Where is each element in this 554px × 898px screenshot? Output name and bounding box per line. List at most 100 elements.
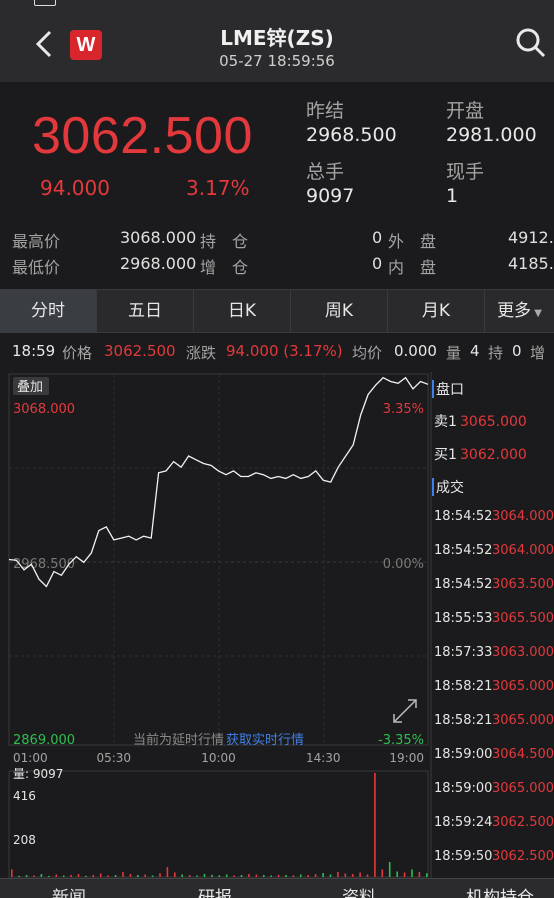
buy1-label: 买1 [434,447,457,463]
quote-panel: 3062.500 94.000 3.17% 昨结 2968.500 开盘 298… [0,82,554,218]
open-value: 2981.000 [446,124,537,146]
volume-max-label: 416 [13,789,36,803]
volume-bar [307,875,309,877]
overlay-button[interactable]: 叠加 [17,380,43,395]
volume-bar [40,874,43,877]
x-tick-label: 10:00 [201,751,236,765]
volume-bar [122,872,124,877]
inner-label: 内 盘 [388,258,437,277]
low-label: 最低价 [12,258,61,277]
volume-bar [411,869,413,877]
page-title: LME锌(ZS) [220,26,334,50]
high-label: 最高价 [12,232,61,251]
order-book-panel: 盘口 卖1 3065.000 买1 3062.000 成交 18:54:52 30… [432,380,554,864]
volume-bar [403,872,406,877]
trade-price: 3065.500 [492,611,554,626]
volume-bar [300,874,302,877]
volume-bar [240,875,243,877]
add-label: 增 仓 [200,258,249,277]
expand-chart-icon[interactable] [393,699,417,723]
volume-total-label: 量: 9097 [13,767,63,781]
outer-label: 外 盘 [388,232,437,251]
sell1-price: 3065.000 [460,414,527,430]
price-change: 94.000 [40,176,110,200]
tab-weekly-k[interactable]: 周K [291,290,388,332]
tab-five-day[interactable]: 五日 [97,290,194,332]
volume-bar [426,873,428,877]
info-avg-label: 均价 [352,344,383,362]
volume-bar [248,874,250,877]
x-axis-ticks: 01:00 05:30 10:00 14:30 19:00 [13,751,424,765]
volume-bar [151,875,154,877]
info-vol: 4 [470,342,480,360]
x-tick-label: 14:30 [306,751,341,765]
chart-period-tabs: 分时 五日 日K 周K 月K 更多 ▼ [0,289,554,333]
search-button[interactable] [514,26,548,60]
volume-bar [92,874,95,878]
volume-bar [277,874,280,878]
volume-bar [329,874,332,877]
volume-bar [99,873,102,877]
tab-news[interactable]: 新闻 [52,883,86,898]
volume-bar [366,874,369,877]
tab-profile[interactable]: 资料 [342,883,376,898]
volume-bar [396,871,398,877]
volume-bar [129,874,132,877]
total-volume-value: 9097 [306,185,355,207]
trade-price: 3063.500 [492,577,554,592]
hold-value: 0 [372,228,383,247]
prev-close-label: 昨结 [306,100,345,122]
pct-top-label: 3.35% [383,402,424,417]
tab-research[interactable]: 研报 [198,883,232,898]
inner-value: 4185.0 [508,254,554,273]
volume-bar [203,874,206,877]
book-title: 盘口 [436,381,464,398]
volume-bar [144,874,146,877]
trade-time: 18:59:00 [434,747,492,762]
pct-bot-label: -3.35% [378,733,424,748]
volume-bar [233,875,235,877]
tab-intraday[interactable]: 分时 [0,290,97,332]
volume-bar [314,874,317,877]
volume-bar [25,875,28,877]
current-volume-label: 现手 [446,161,485,183]
tab-daily-k[interactable]: 日K [194,290,291,332]
stats-grid: 最高价 3068.000 持 仓 0 外 盘 4912.0 最低价 2968.0… [0,224,554,284]
trade-price: 3064.500 [492,747,554,762]
volume-bar [270,875,272,877]
volume-bar [381,869,384,877]
volume-bar [174,872,176,877]
y-max-label: 3068.000 [13,402,75,417]
low-value: 2968.000 [120,254,197,273]
trade-time: 18:58:21 [434,679,492,694]
volume-bar [344,873,347,877]
x-tick-label: 19:00 [389,751,424,765]
info-avg: 0.000 [394,342,437,360]
tab-monthly-k[interactable]: 月K [388,290,485,332]
volume-plot-frame [8,770,429,878]
add-value: 0 [372,254,383,273]
volume-bar [322,873,324,877]
outer-value: 4912.0 [508,228,554,247]
buy1-price: 3062.000 [460,447,527,463]
tab-more[interactable]: 更多 ▼ [485,290,554,332]
quote-time: 05-27 18:59:56 [219,52,335,70]
volume-mid-label: 208 [13,833,36,847]
volume-bar [255,874,258,877]
volume-bar [263,875,265,877]
info-hold-label: 持 [488,344,504,362]
intraday-chart[interactable]: 叠加 3068.000 2968.500 2869.000 3.35% 0.00… [0,372,554,878]
trade-price: 3065.000 [492,679,554,694]
volume-bar [159,873,161,877]
info-time: 18:59 [12,342,56,360]
header: W LME锌(ZS) 05-27 18:59:56 [0,12,554,82]
tab-institution-holdings[interactable]: 机构持仓 [466,883,534,898]
trade-price: 3064.000 [492,509,554,524]
hold-label: 持 仓 [200,232,249,251]
trades-title-marker [432,478,434,496]
signal-icon [34,0,56,6]
pct-mid-label: 0.00% [383,557,424,572]
trades-list: 18:54:52 3064.00018:54:52 3064.00018:54:52… [434,509,554,864]
realtime-quote-link[interactable]: 获取实时行情 [226,733,304,748]
trade-time: 18:59:00 [434,781,492,796]
